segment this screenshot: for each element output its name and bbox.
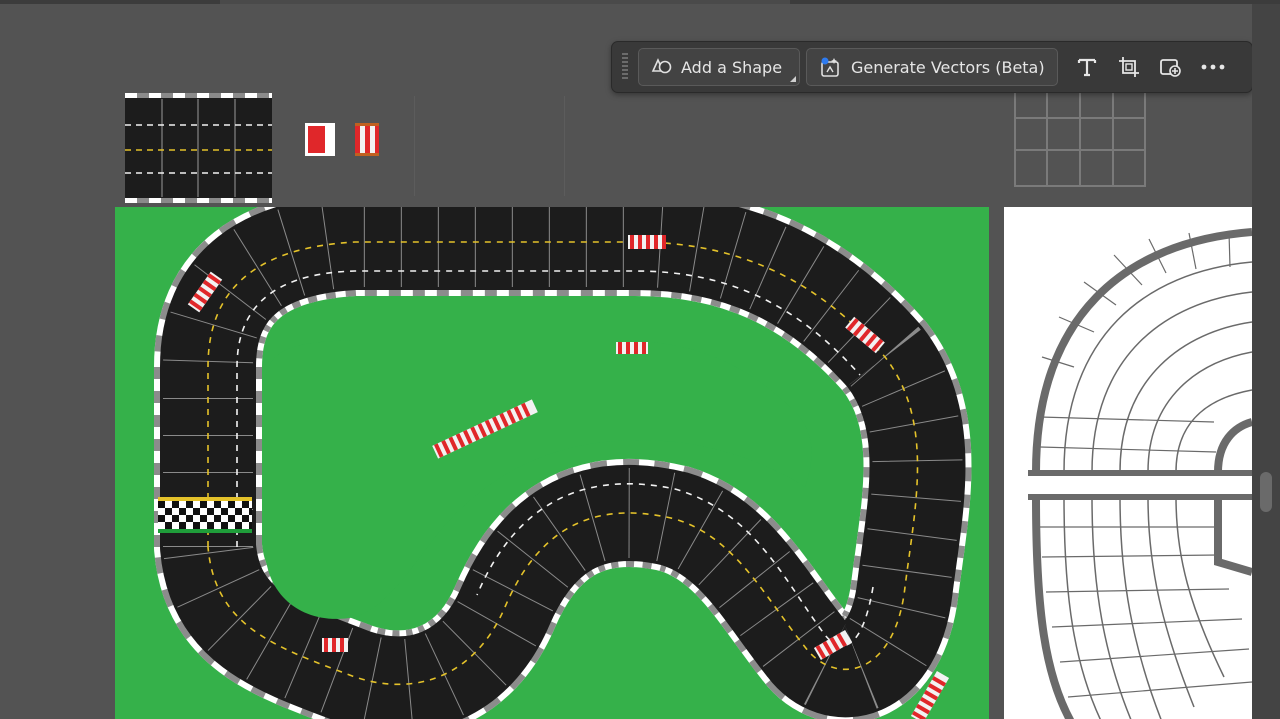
document-canvas[interactable] bbox=[0, 4, 1252, 719]
start-finish-line bbox=[158, 497, 252, 533]
generate-vectors-icon bbox=[821, 57, 839, 77]
crop-icon bbox=[1119, 57, 1139, 77]
add-image-icon bbox=[1160, 59, 1181, 77]
scrollbar-thumb[interactable] bbox=[1260, 472, 1272, 512]
type-tool-button[interactable] bbox=[1068, 48, 1106, 86]
race-track-artboard[interactable] bbox=[115, 207, 989, 719]
add-shape-button[interactable]: Add a Shape bbox=[638, 48, 800, 86]
straight-track-tile[interactable] bbox=[125, 93, 272, 203]
contextual-task-bar: Add a Shape Generate Vectors (Beta) bbox=[611, 41, 1253, 93]
shape-icon bbox=[651, 58, 672, 74]
drag-handle-icon[interactable] bbox=[622, 53, 628, 81]
more-icon bbox=[1201, 64, 1225, 70]
vertical-scrollbar[interactable] bbox=[1252, 4, 1280, 719]
more-options-button[interactable] bbox=[1194, 48, 1232, 86]
track-template-artboard[interactable] bbox=[1004, 207, 1252, 719]
guide-line bbox=[564, 96, 565, 196]
add-image-button[interactable] bbox=[1152, 48, 1190, 86]
curb-tile-narrow[interactable] bbox=[355, 123, 379, 156]
curb-tile-wide[interactable] bbox=[305, 123, 335, 156]
grid-asset[interactable] bbox=[1013, 90, 1147, 188]
generate-vectors-button[interactable]: Generate Vectors (Beta) bbox=[806, 48, 1058, 86]
add-shape-label: Add a Shape bbox=[681, 57, 783, 77]
generate-vectors-label: Generate Vectors (Beta) bbox=[851, 57, 1045, 77]
guide-line bbox=[414, 96, 415, 196]
type-icon bbox=[1077, 58, 1097, 77]
crop-button[interactable] bbox=[1110, 48, 1148, 86]
